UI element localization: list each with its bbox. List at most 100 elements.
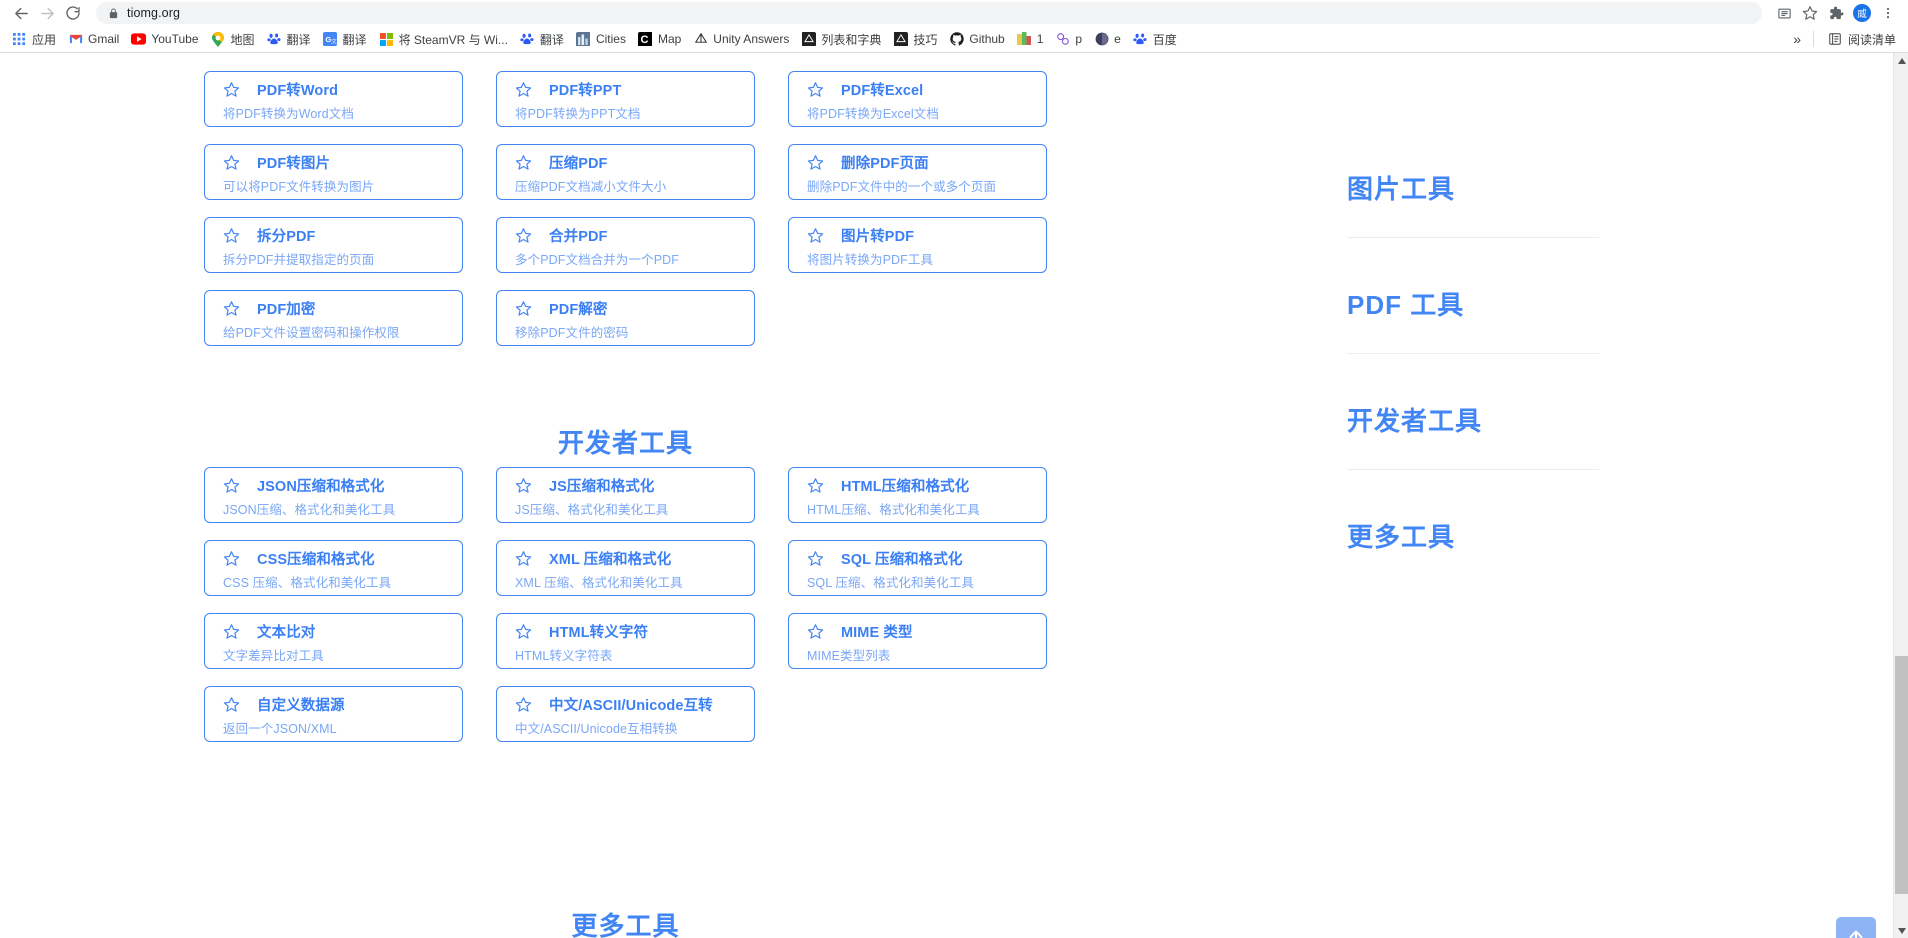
card-desc: 将PDF转换为PPT文档: [515, 107, 641, 121]
bookmark-gmail[interactable]: Gmail: [62, 29, 125, 50]
star-icon[interactable]: [807, 227, 824, 244]
star-icon[interactable]: [807, 81, 824, 98]
bookmark-github[interactable]: Github: [943, 29, 1010, 50]
tool-card-compress-pdf[interactable]: 压缩PDF 压缩PDF文档减小文件大小: [496, 144, 755, 200]
dark-circle-icon: [1094, 32, 1109, 47]
star-icon[interactable]: [515, 623, 532, 640]
scrollbar-up-arrow[interactable]: [1894, 53, 1908, 68]
tool-card-json-format[interactable]: JSON压缩和格式化 JSON压缩、格式化和美化工具: [204, 467, 463, 523]
card-head: HTML转义字符: [515, 621, 744, 641]
bookmark-1[interactable]: 1: [1011, 29, 1050, 50]
tool-card-sql-format[interactable]: SQL 压缩和格式化 SQL 压缩、格式化和美化工具: [788, 540, 1047, 596]
tool-card-split-pdf[interactable]: 拆分PDF 拆分PDF并提取指定的页面: [204, 217, 463, 273]
chain-link-icon: [1055, 32, 1070, 47]
three-dot-menu-icon[interactable]: [1876, 1, 1900, 25]
card-head: 文本比对: [223, 621, 452, 641]
back-button[interactable]: [8, 0, 34, 26]
star-icon[interactable]: [807, 477, 824, 494]
star-icon[interactable]: [515, 550, 532, 567]
star-icon[interactable]: [223, 300, 240, 317]
card-desc: SQL 压缩、格式化和美化工具: [807, 576, 975, 590]
star-icon[interactable]: [223, 623, 240, 640]
star-icon[interactable]: [515, 227, 532, 244]
reload-button[interactable]: [60, 0, 86, 26]
tool-card-text-diff[interactable]: 文本比对 文字差异比对工具: [204, 613, 463, 669]
tool-card-pdf-to-word[interactable]: PDF转Word 将PDF转换为Word文档: [204, 71, 463, 127]
bookmark-unity-answers[interactable]: Unity Answers: [687, 29, 795, 50]
bookmark-translate-baidu-1[interactable]: 翻译: [261, 29, 317, 50]
bookmarks-overflow-button[interactable]: »: [1789, 31, 1805, 47]
tool-card-custom-datasource[interactable]: 自定义数据源 返回一个JSON/XML: [204, 686, 463, 742]
star-icon[interactable]: [807, 550, 824, 567]
tool-card-pdf-to-ppt[interactable]: PDF转PPT 将PDF转换为PPT文档: [496, 71, 755, 127]
tool-card-mime-types[interactable]: MIME 类型 MIME类型列表: [788, 613, 1047, 669]
star-icon[interactable]: [223, 227, 240, 244]
tool-card-delete-pdf-pages[interactable]: 删除PDF页面 删除PDF文件中的一个或多个页面: [788, 144, 1047, 200]
tool-card-css-format[interactable]: CSS压缩和格式化 CSS 压缩、格式化和美化工具: [204, 540, 463, 596]
cast-icon[interactable]: [1772, 1, 1796, 25]
star-icon[interactable]: [223, 550, 240, 567]
star-icon[interactable]: [515, 81, 532, 98]
card-head: HTML压缩和格式化: [807, 475, 1036, 495]
back-to-top-button[interactable]: [1836, 917, 1876, 938]
star-icon[interactable]: [807, 623, 824, 640]
star-icon[interactable]: [223, 154, 240, 171]
page-scrollbar[interactable]: [1893, 53, 1908, 938]
bookmark-e[interactable]: e: [1088, 29, 1127, 50]
star-icon[interactable]: [223, 477, 240, 494]
star-icon[interactable]: [515, 696, 532, 713]
side-nav-label: 图片工具: [1347, 174, 1456, 204]
side-nav-item-more-tools[interactable]: 更多工具: [1347, 517, 1637, 554]
bookmark-maps[interactable]: 地图: [205, 29, 261, 50]
star-icon[interactable]: [223, 81, 240, 98]
tool-card-image-to-pdf[interactable]: 图片转PDF 将图片转换为PDF工具: [788, 217, 1047, 273]
bookmark-apps[interactable]: 应用: [6, 29, 62, 50]
forward-button[interactable]: [34, 0, 60, 26]
star-icon[interactable]: [807, 154, 824, 171]
tool-card-encrypt-pdf[interactable]: PDF加密 给PDF文件设置密码和操作权限: [204, 290, 463, 346]
tool-card-pdf-to-image[interactable]: PDF转图片 可以将PDF文件转换为图片: [204, 144, 463, 200]
bookmark-p[interactable]: p: [1049, 29, 1088, 50]
card-head: JS压缩和格式化: [515, 475, 744, 495]
tool-card-merge-pdf[interactable]: 合并PDF 多个PDF文档合并为一个PDF: [496, 217, 755, 273]
tool-card-pdf-to-excel[interactable]: PDF转Excel 将PDF转换为Excel文档: [788, 71, 1047, 127]
reading-list-button[interactable]: 阅读清单: [1822, 29, 1902, 50]
bookmark-star-icon[interactable]: [1798, 1, 1822, 25]
url-text: tiomg.org: [127, 6, 181, 20]
card-title: MIME 类型: [841, 624, 913, 641]
star-icon[interactable]: [515, 477, 532, 494]
star-icon[interactable]: [515, 300, 532, 317]
scrollbar-down-arrow[interactable]: [1894, 923, 1908, 938]
tool-card-html-escape[interactable]: HTML转义字符 HTML转义字符表: [496, 613, 755, 669]
profile-avatar[interactable]: 威: [1850, 1, 1874, 25]
scrollbar-thumb[interactable]: [1895, 656, 1908, 894]
bookmark-translate-baidu-2[interactable]: 翻译: [514, 29, 570, 50]
browser-toolbar: tiomg.org 威: [0, 0, 1908, 26]
tool-card-html-format[interactable]: HTML压缩和格式化 HTML压缩、格式化和美化工具: [788, 467, 1047, 523]
card-desc: JSON压缩、格式化和美化工具: [223, 503, 396, 517]
bookmark-baidu[interactable]: 百度: [1127, 29, 1183, 50]
puzzle-icon[interactable]: [1824, 1, 1848, 25]
bookmark-translate-google[interactable]: G文 翻译: [317, 29, 373, 50]
side-nav-item-pdf-tools[interactable]: PDF 工具: [1347, 285, 1637, 354]
bookmark-steamvr[interactable]: 将 SteamVR 与 Wi...: [373, 29, 514, 50]
side-nav-item-dev-tools[interactable]: 开发者工具: [1347, 401, 1637, 470]
side-nav-item-image-tools[interactable]: 图片工具: [1347, 169, 1637, 238]
star-icon[interactable]: [223, 696, 240, 713]
tool-card-ascii-unicode[interactable]: 中文/ASCII/Unicode互转 中文/ASCII/Unicode互相转换: [496, 686, 755, 742]
bookmark-map[interactable]: C Map: [632, 29, 687, 50]
card-desc: 给PDF文件设置密码和操作权限: [223, 326, 400, 340]
bookmark-cities[interactable]: Cities: [570, 29, 632, 50]
card-title: 中文/ASCII/Unicode互转: [549, 697, 713, 714]
tool-card-decrypt-pdf[interactable]: PDF解密 移除PDF文件的密码: [496, 290, 755, 346]
tool-card-js-format[interactable]: JS压缩和格式化 JS压缩、格式化和美化工具: [496, 467, 755, 523]
bookmark-youtube[interactable]: YouTube: [125, 29, 204, 50]
star-icon[interactable]: [515, 154, 532, 171]
side-nav: 图片工具 PDF 工具 开发者工具 更多工具: [1347, 169, 1637, 554]
tool-card-xml-format[interactable]: XML 压缩和格式化 XML 压缩、格式化和美化工具: [496, 540, 755, 596]
bookmark-lists-dicts[interactable]: 列表和字典: [795, 29, 887, 50]
card-head: PDF转图片: [223, 152, 452, 172]
address-bar[interactable]: tiomg.org: [96, 2, 1762, 24]
bookmark-tips[interactable]: 技巧: [887, 29, 943, 50]
